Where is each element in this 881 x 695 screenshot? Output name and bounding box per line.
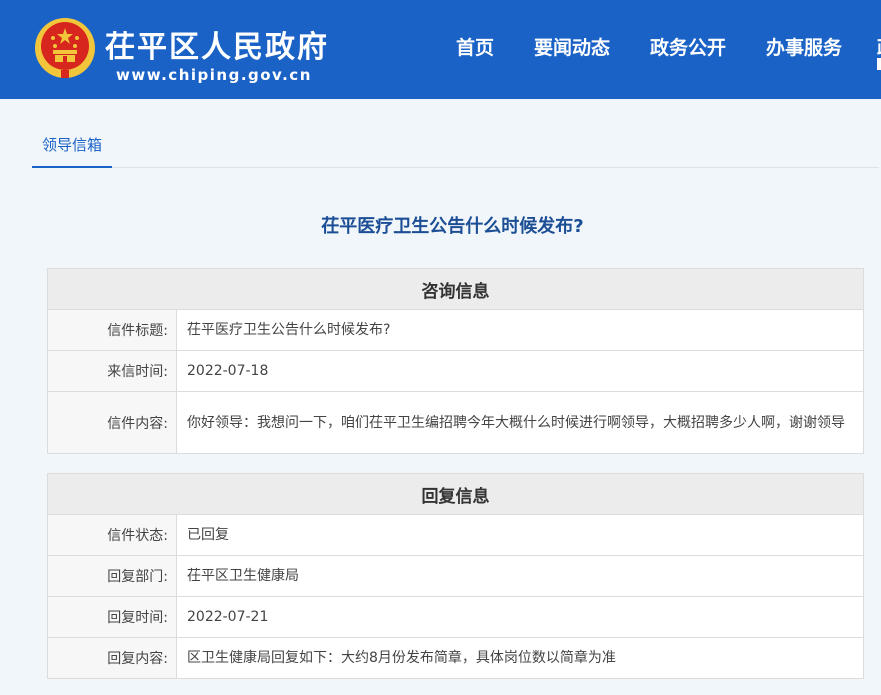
table-row: 来信时间: 2022-07-18 <box>47 350 864 392</box>
site-header: 茌平区人民政府 www.chiping.gov.cn 首页 要闻动态 政务公开 … <box>0 0 881 99</box>
nav-item-services[interactable]: 办事服务 <box>766 33 842 60</box>
nav-item-news[interactable]: 要闻动态 <box>534 33 610 60</box>
site-name: 茌平区人民政府 <box>105 30 329 65</box>
letter-date-label: 来信时间: <box>47 350 177 392</box>
table-row: 回复部门: 茌平区卫生健康局 <box>47 555 864 597</box>
reply-content-label: 回复内容: <box>47 637 177 679</box>
table-row: 信件标题: 茌平医疗卫生公告什么时候发布? <box>47 309 864 351</box>
consult-heading: 咨询信息 <box>47 268 864 310</box>
table-row: 信件状态: 已回复 <box>47 514 864 556</box>
reply-dept-label: 回复部门: <box>47 555 177 597</box>
tab-bar: 领导信箱 <box>32 126 879 168</box>
nav-active-indicator <box>877 58 881 70</box>
reply-status-label: 信件状态: <box>47 514 177 556</box>
letter-subject-label: 信件标题: <box>47 309 177 351</box>
letter-content-label: 信件内容: <box>47 391 177 454</box>
national-emblem-icon <box>35 18 95 78</box>
table-row: 回复内容: 区卫生健康局回复如下：大约8月份发布简章，具体岗位数以简章为准 <box>47 637 864 679</box>
site-url: www.chiping.gov.cn <box>116 66 312 84</box>
consult-info-table: 咨询信息 信件标题: 茌平医疗卫生公告什么时候发布? 来信时间: 2022-07… <box>47 268 864 454</box>
tab-leader-mailbox[interactable]: 领导信箱 <box>32 126 112 168</box>
reply-status-value: 已回复 <box>176 514 864 556</box>
nav-item-affairs-open[interactable]: 政务公开 <box>650 33 726 60</box>
reply-date-value: 2022-07-21 <box>176 596 864 638</box>
letter-content-value: 你好领导：我想问一下，咱们茌平卫生编招聘今年大概什么时候进行啊领导，大概招聘多少… <box>176 391 864 454</box>
nav-item-home[interactable]: 首页 <box>456 33 494 60</box>
letter-subject-value: 茌平医疗卫生公告什么时候发布? <box>176 309 864 351</box>
main-nav: 首页 要闻动态 政务公开 办事服务 <box>456 33 881 60</box>
table-row: 回复时间: 2022-07-21 <box>47 596 864 638</box>
reply-heading: 回复信息 <box>47 473 864 515</box>
letter-date-value: 2022-07-18 <box>176 350 864 392</box>
reply-dept-value: 茌平区卫生健康局 <box>176 555 864 597</box>
reply-info-table: 回复信息 信件状态: 已回复 回复部门: 茌平区卫生健康局 回复时间: 2022… <box>47 473 864 679</box>
reply-content-value: 区卫生健康局回复如下：大约8月份发布简章，具体岗位数以简章为准 <box>176 637 864 679</box>
table-row: 信件内容: 你好领导：我想问一下，咱们茌平卫生编招聘今年大概什么时候进行啊领导，… <box>47 391 864 454</box>
reply-date-label: 回复时间: <box>47 596 177 638</box>
nav-item-overflow[interactable]: 政 <box>877 33 881 60</box>
letter-title: 茌平医疗卫生公告什么时候发布? <box>321 216 584 237</box>
